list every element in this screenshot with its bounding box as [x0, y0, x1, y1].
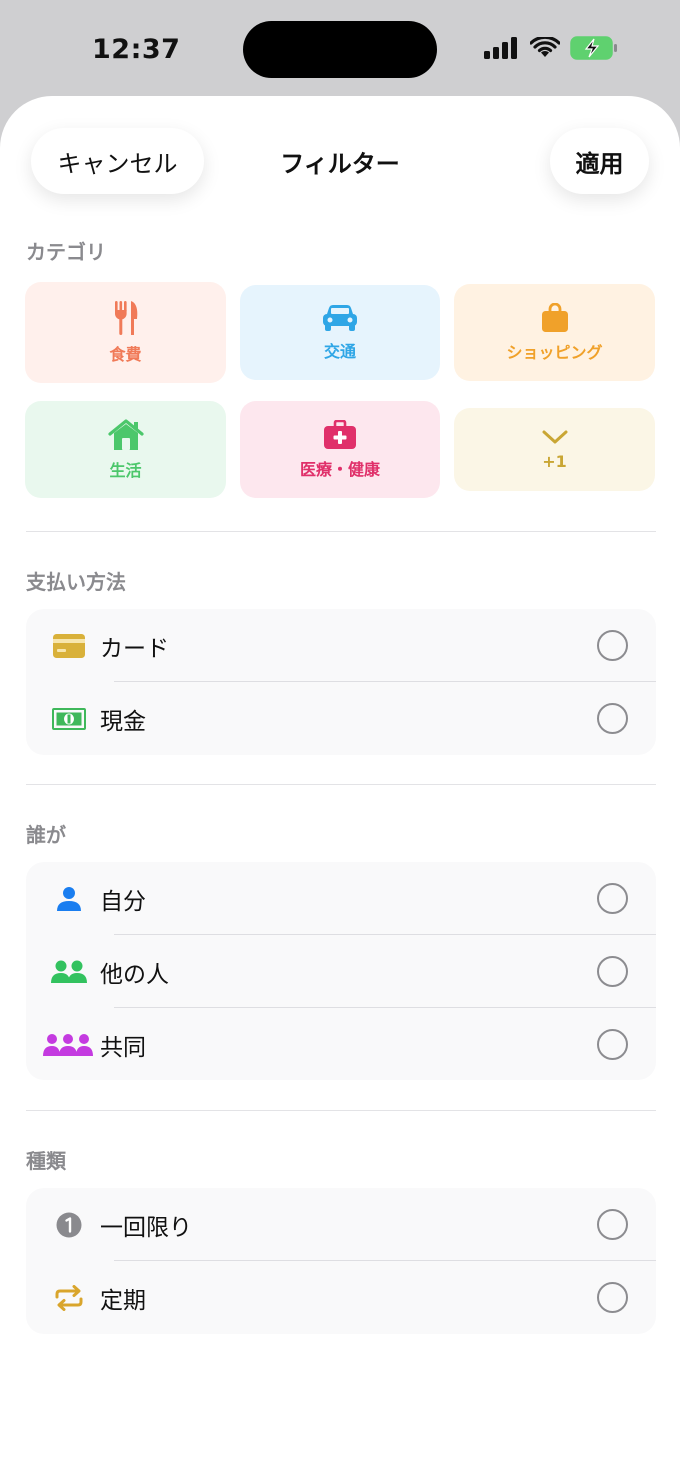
category-tile-shopping[interactable]: ショッピング [454, 284, 655, 381]
credit-card-icon [44, 628, 94, 664]
section-divider [26, 784, 656, 785]
category-tile-food[interactable]: 食費 [25, 282, 226, 383]
kind-section-title: 種類 [26, 1149, 66, 1173]
wifi-icon [530, 37, 560, 57]
car-icon [323, 304, 357, 331]
status-icons [484, 36, 618, 60]
dynamic-island [243, 21, 437, 78]
option-label: カード [100, 635, 169, 662]
category-tile-transport[interactable]: 交通 [240, 285, 440, 380]
chevron-down-icon [542, 430, 567, 444]
category-tile-living[interactable]: 生活 [25, 401, 226, 498]
who-option-self[interactable]: 自分 [26, 862, 656, 935]
section-divider [26, 1110, 656, 1111]
kind-option-one-time[interactable]: 一回限り [26, 1188, 656, 1261]
category-label: 食費 [109, 344, 142, 364]
status-time: 12:37 [92, 34, 181, 65]
house-icon [107, 418, 144, 450]
who-option-joint[interactable]: 共同 [26, 1008, 656, 1081]
category-label: 生活 [109, 460, 142, 480]
option-label: 共同 [100, 1034, 146, 1061]
category-label: 交通 [323, 341, 356, 361]
category-section-title: カテゴリ [26, 240, 106, 264]
radio-button[interactable] [597, 1282, 628, 1313]
banknote-icon [44, 701, 94, 737]
battery-charging-icon [570, 36, 617, 60]
payment-option-cash[interactable]: 現金 [26, 682, 656, 755]
medical-kit-icon [324, 419, 356, 449]
who-option-other[interactable]: 他の人 [26, 935, 656, 1008]
radio-button[interactable] [597, 1209, 628, 1240]
radio-button[interactable] [597, 1029, 628, 1060]
radio-button[interactable] [597, 883, 628, 914]
option-label: 他の人 [100, 961, 169, 988]
option-label: 定期 [100, 1287, 146, 1314]
three-people-icon [42, 1027, 94, 1063]
option-label: 一回限り [100, 1214, 192, 1241]
section-divider [26, 531, 656, 532]
payment-method-group: カード 現金 [26, 609, 656, 755]
payment-section-title: 支払い方法 [26, 570, 126, 594]
category-label: 医療・健康 [299, 459, 380, 479]
option-label: 現金 [100, 708, 146, 735]
repeat-icon [44, 1280, 94, 1316]
category-more-count: +1 [542, 452, 567, 471]
signal-icon [484, 37, 517, 59]
radio-button[interactable] [597, 630, 628, 661]
category-tile-medical[interactable]: 医療・健康 [240, 401, 440, 498]
apply-button[interactable]: 適用 [550, 128, 649, 194]
category-tile-more[interactable]: +1 [454, 408, 655, 491]
filter-sheet: キャンセル フィルター 適用 カテゴリ 食費 交通 ショッピング 生活 医療・健… [0, 96, 680, 1477]
radio-button[interactable] [597, 703, 628, 734]
person-icon [44, 881, 94, 917]
category-label: ショッピング [506, 342, 603, 362]
who-group: 自分 他の人 共同 [26, 862, 656, 1080]
radio-button[interactable] [597, 956, 628, 987]
kind-option-recurring[interactable]: 定期 [26, 1261, 656, 1334]
status-bar: 12:37 [0, 0, 680, 96]
option-label: 自分 [100, 888, 146, 915]
kind-group: 一回限り 定期 [26, 1188, 656, 1334]
who-section-title: 誰が [26, 823, 66, 847]
shopping-bag-icon [541, 302, 568, 332]
number-one-circle-icon [44, 1207, 94, 1243]
two-people-icon [44, 954, 94, 990]
payment-option-card[interactable]: カード [26, 609, 656, 682]
fork-knife-icon [114, 300, 137, 335]
